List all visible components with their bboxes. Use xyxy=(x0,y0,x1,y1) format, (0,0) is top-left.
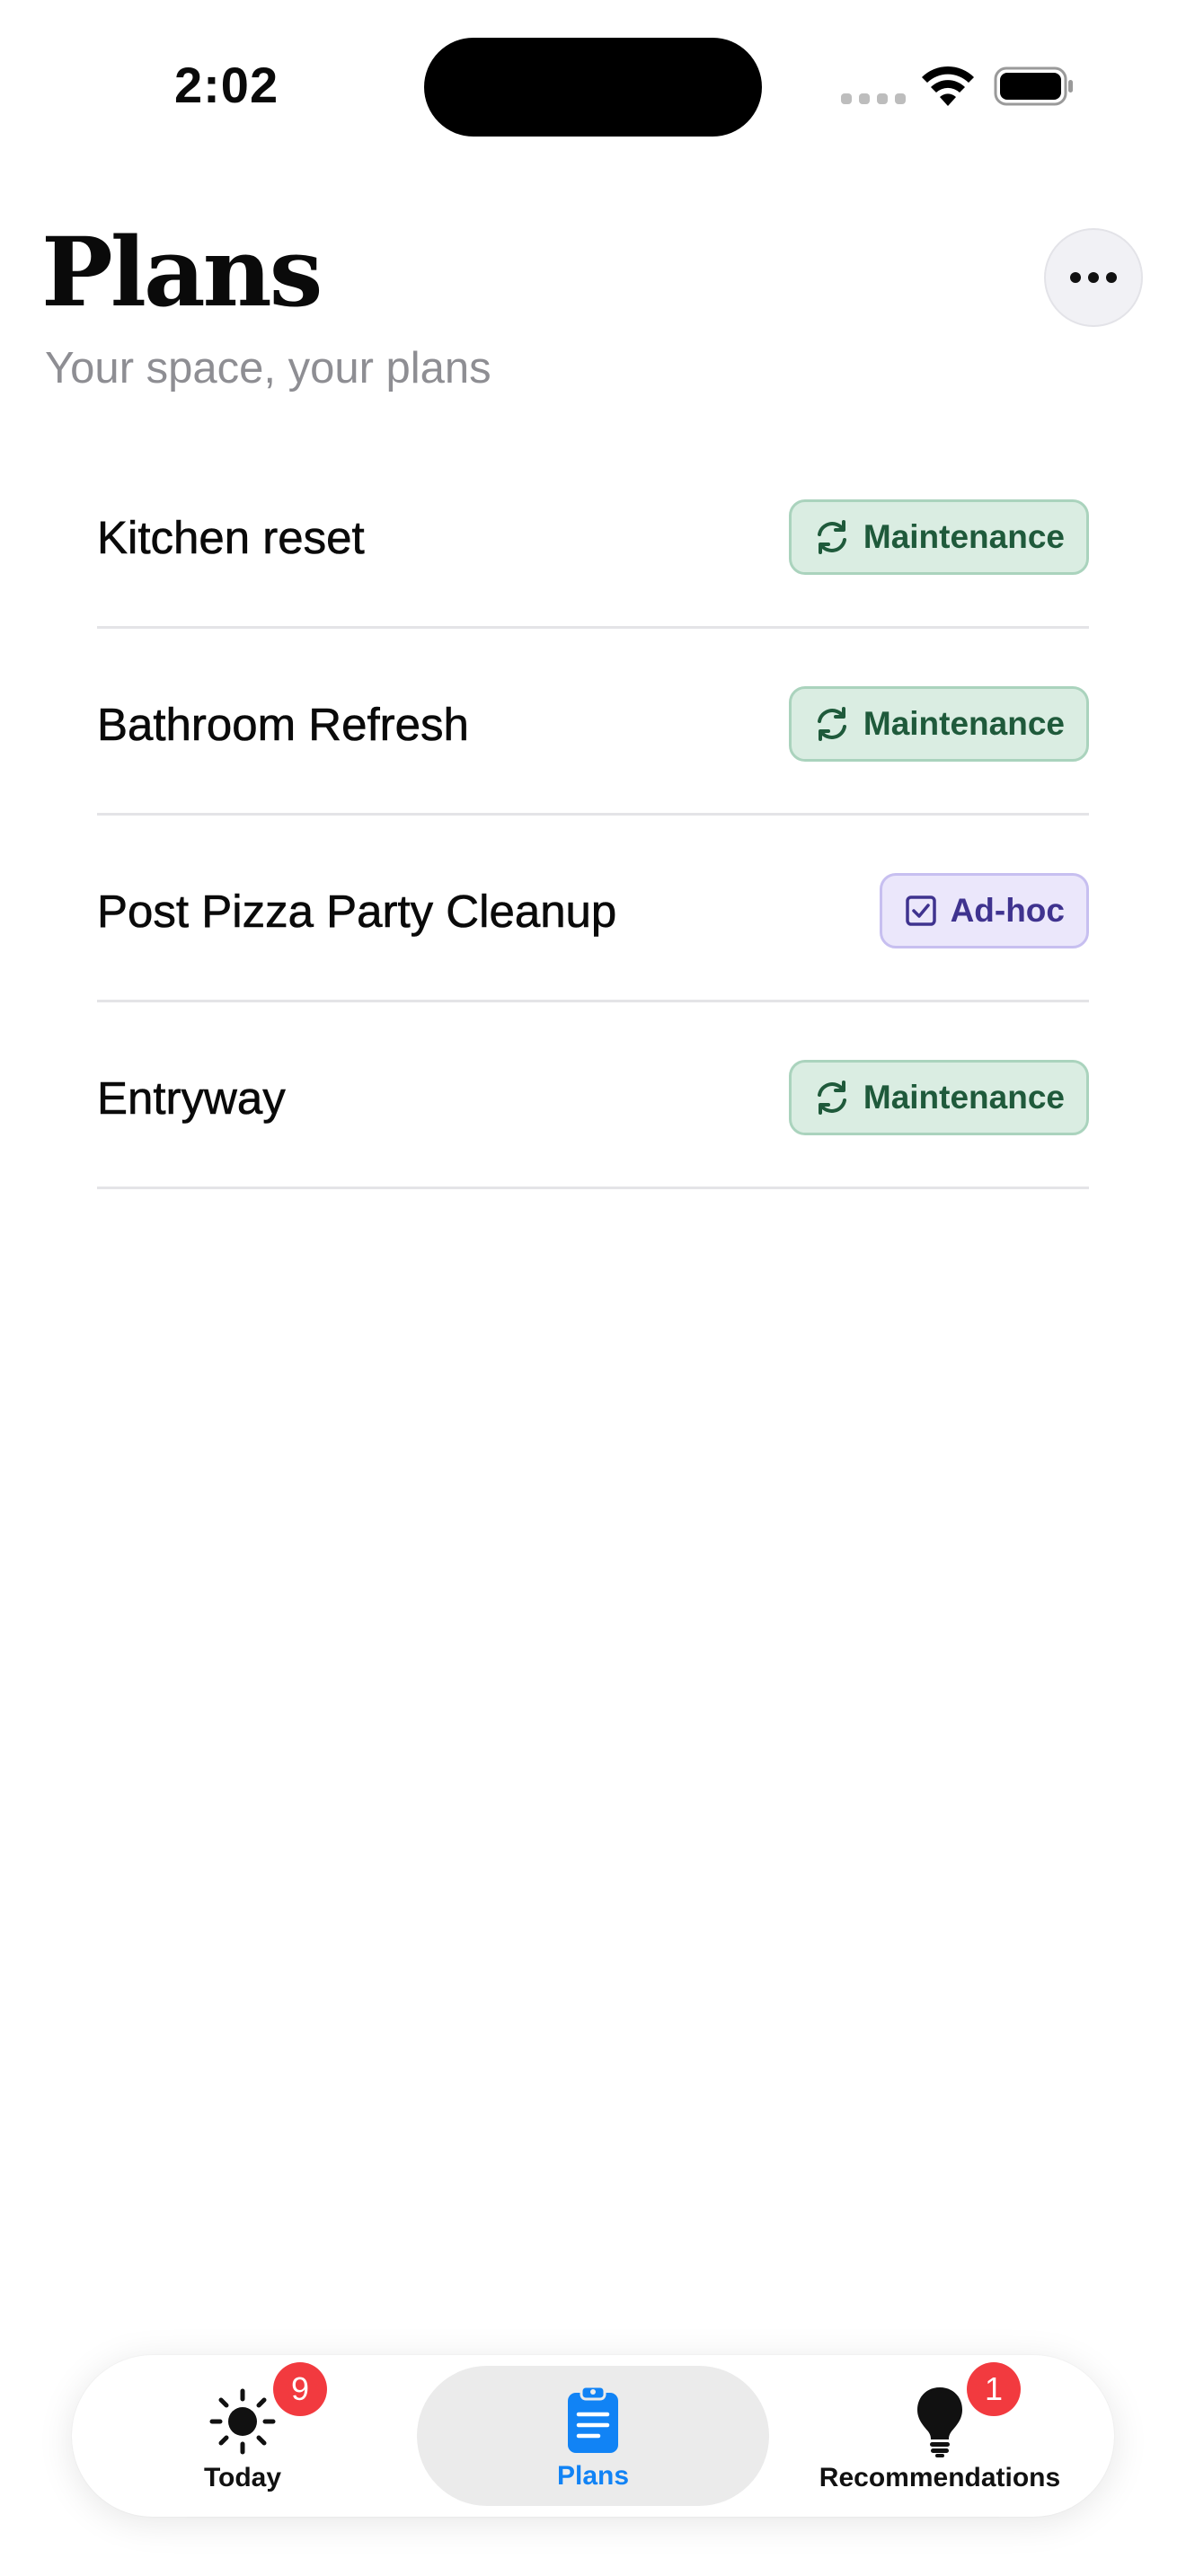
status-time: 2:02 xyxy=(174,57,279,113)
plan-row-entryway[interactable]: Entryway Maintenance xyxy=(97,1002,1089,1189)
tab-recommendations[interactable]: 1 Recommendations xyxy=(766,2355,1114,2517)
tab-label-recommendations: Recommendations xyxy=(819,2463,1061,2492)
wifi-icon xyxy=(922,66,974,106)
lightbulb-icon xyxy=(917,2387,962,2457)
tab-plans[interactable]: Plans xyxy=(417,2366,769,2506)
plan-row-kitchen-reset[interactable]: Kitchen reset Maintenance xyxy=(97,442,1089,629)
recommendations-badge: 1 xyxy=(967,2362,1021,2416)
tab-bar: 9 Today Plans 1 Recommendations xyxy=(72,2355,1114,2517)
plan-name: Entryway xyxy=(97,1072,286,1125)
clipboard-icon xyxy=(568,2385,618,2453)
more-options-button[interactable] xyxy=(1044,228,1143,327)
tab-today[interactable]: 9 Today xyxy=(72,2355,413,2517)
refresh-icon xyxy=(817,707,846,741)
plan-name: Post Pizza Party Cleanup xyxy=(97,886,617,938)
plan-list: Kitchen reset Maintenance Bathroom Refre… xyxy=(97,442,1089,1189)
plan-type-tag: Ad-hoc xyxy=(879,873,1089,948)
refresh-icon xyxy=(817,520,846,554)
tab-label-today: Today xyxy=(203,2463,282,2492)
plan-type-tag: Maintenance xyxy=(788,499,1089,575)
dynamic-island xyxy=(424,38,762,137)
plan-type-label: Ad-hoc xyxy=(950,892,1065,929)
sun-icon xyxy=(209,2388,276,2455)
plan-type-label: Maintenance xyxy=(863,705,1065,742)
cellular-signal-icon xyxy=(841,93,906,104)
page-subtitle: Your space, your plans xyxy=(45,344,491,393)
tab-label-plans: Plans xyxy=(556,2461,630,2491)
plan-type-label: Maintenance xyxy=(863,518,1065,555)
plan-type-tag: Maintenance xyxy=(788,686,1089,762)
plan-name: Kitchen reset xyxy=(97,512,365,564)
refresh-icon xyxy=(817,1081,846,1115)
plan-name: Bathroom Refresh xyxy=(97,699,469,751)
checkbox-icon xyxy=(905,895,936,926)
page-title: Plans xyxy=(41,216,323,328)
plan-type-tag: Maintenance xyxy=(788,1060,1089,1135)
plan-row-bathroom-refresh[interactable]: Bathroom Refresh Maintenance xyxy=(97,629,1089,816)
battery-icon xyxy=(994,66,1073,106)
ellipsis-icon xyxy=(1070,272,1117,283)
plan-row-post-pizza-party-cleanup[interactable]: Post Pizza Party Cleanup Ad-hoc xyxy=(97,816,1089,1002)
plan-type-label: Maintenance xyxy=(863,1079,1065,1116)
today-badge: 9 xyxy=(273,2362,327,2416)
